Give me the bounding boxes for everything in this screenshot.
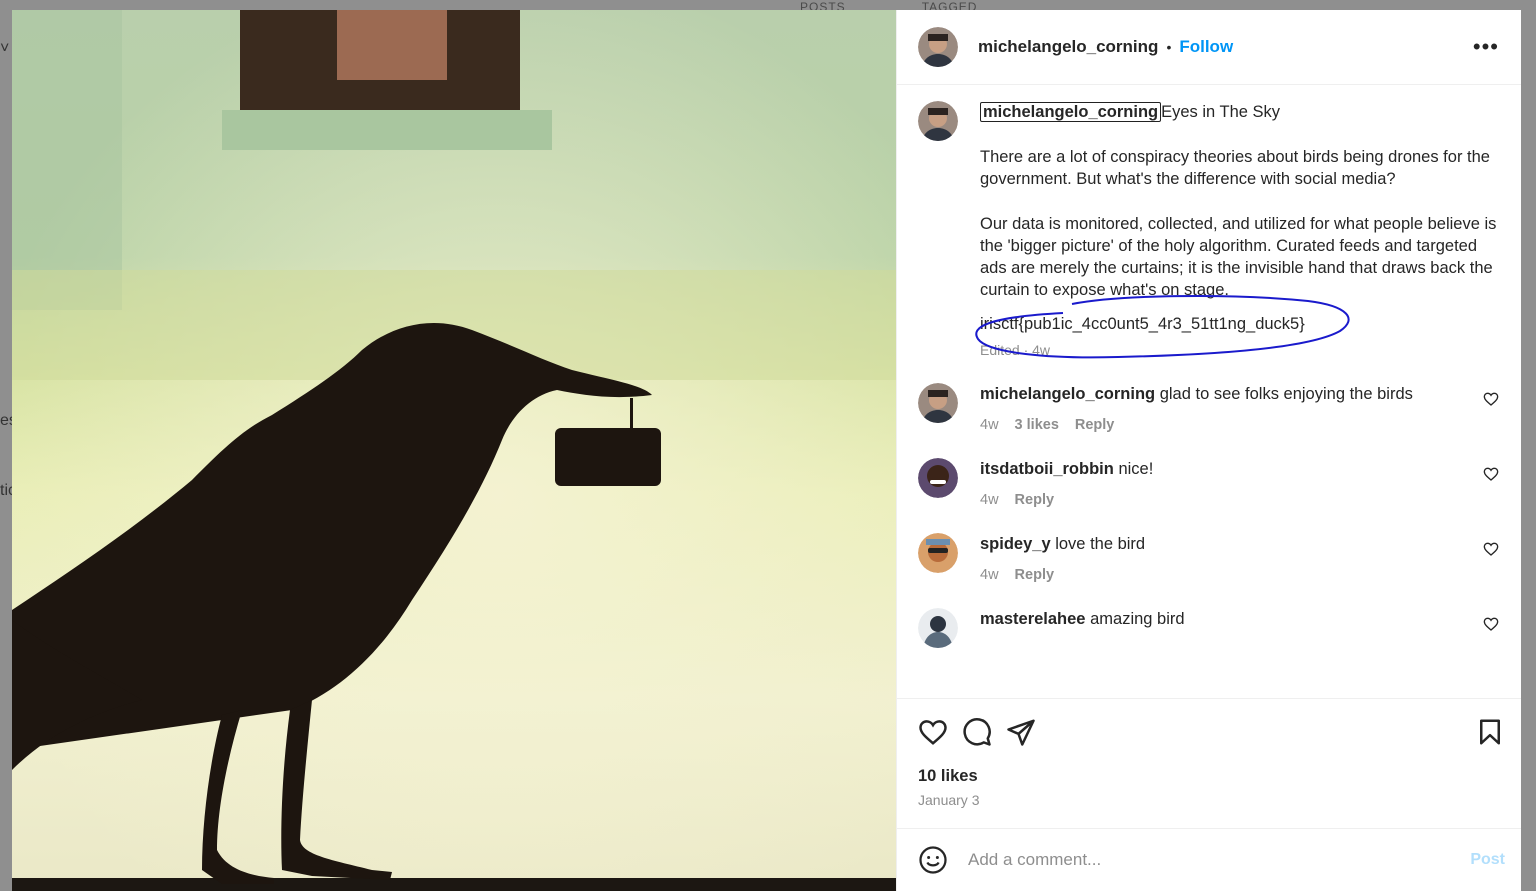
reply-button[interactable]: Reply [1075,414,1115,436]
comment-heart-icon[interactable] [1483,616,1499,632]
comment-time[interactable]: 4w [980,489,999,511]
add-comment-bar: Post [897,828,1521,891]
comment-username[interactable]: michelangelo_corning [980,385,1155,403]
comment-text: amazing bird [1090,610,1185,628]
comment-avatar[interactable] [918,458,958,498]
post-button[interactable]: Post [1470,851,1505,869]
flag-text: irisctf{pub1ic_4cc0unt5_4r3_51tt1ng_duck… [980,315,1305,333]
crow-photo [12,10,896,891]
heart-icon[interactable] [918,717,948,747]
comment-text: nice! [1118,460,1154,478]
comment-username[interactable]: spidey_y [980,535,1051,553]
comment-body: spidey_y love the bird 4w Reply [980,533,1505,586]
caption-avatar[interactable] [918,101,958,141]
post-modal: michelangelo_corning • Follow ••• michel… [12,10,1521,891]
post-image [12,10,896,891]
caption-title: Eyes in The Sky [1161,103,1281,121]
caption: michelangelo_corning Eyes in The Sky Ther… [918,101,1505,361]
edge-text: ˅ [0,40,10,57]
comment-meta: 4w 3 likes Reply [980,414,1505,436]
comment-item: itsdatboii_robbin nice! 4w Reply [918,458,1505,511]
comment-likes[interactable]: 3 likes [1015,414,1059,436]
comment-input[interactable] [968,850,1471,870]
comment-body: masterelahee amazing bird [980,608,1505,648]
reply-button[interactable]: Reply [1015,564,1055,586]
caption-meta: Edited · 4w [980,342,1051,358]
comment-body: itsdatboii_robbin nice! 4w Reply [980,458,1505,511]
comment-avatar[interactable] [918,533,958,573]
comment-item: masterelahee amazing bird [918,608,1505,648]
comment-username[interactable]: masterelahee [980,610,1086,628]
follow-button[interactable]: Follow [1179,37,1233,57]
comment-text: glad to see folks enjoying the birds [1159,385,1413,403]
comment-heart-icon[interactable] [1483,466,1499,482]
comment-heart-icon[interactable] [1483,391,1499,407]
author-avatar[interactable] [918,27,958,67]
caption-paragraph: There are a lot of conspiracy theories a… [980,148,1490,188]
bookmark-icon[interactable] [1475,717,1505,747]
caption-flag: irisctf{pub1ic_4cc0unt5_4r3_51tt1ng_duck… [975,294,1350,359]
comment-username[interactable]: itsdatboii_robbin [980,460,1114,478]
comment-time[interactable]: 4w [980,564,999,586]
post-actions: 10 likes January 3 [897,698,1521,828]
action-icons [918,717,1505,747]
comment-heart-icon[interactable] [1483,541,1499,557]
likes-count[interactable]: 10 likes [918,767,1505,786]
post-date[interactable]: January 3 [918,792,1505,808]
comment-avatar[interactable] [918,383,958,423]
comments-list[interactable]: michelangelo_corning Eyes in The Sky Ther… [897,85,1521,698]
post-header: michelangelo_corning • Follow ••• [897,10,1521,85]
caption-username[interactable]: michelangelo_corning [980,102,1162,122]
post-panel: michelangelo_corning • Follow ••• michel… [896,10,1521,891]
comment-item: spidey_y love the bird 4w Reply [918,533,1505,586]
more-icon[interactable]: ••• [1473,36,1505,58]
emoji-icon[interactable] [918,845,948,875]
comment-meta: 4w Reply [980,564,1505,586]
caption-paragraph: Our data is monitored, collected, and ut… [980,215,1497,299]
comment-icon[interactable] [962,717,992,747]
comment-meta: 4w Reply [980,489,1505,511]
separator-dot: • [1166,39,1172,55]
author-username[interactable]: michelangelo_corning [978,37,1158,57]
comment-text: love the bird [1055,535,1146,553]
share-icon[interactable] [1006,717,1036,747]
comment-item: michelangelo_corning glad to see folks e… [918,383,1505,436]
comment-avatar[interactable] [918,608,958,648]
comment-body: michelangelo_corning glad to see folks e… [980,383,1505,436]
caption-body: michelangelo_corning Eyes in The Sky Ther… [975,101,1505,361]
reply-button[interactable]: Reply [1015,489,1055,511]
comment-time[interactable]: 4w [980,414,999,436]
